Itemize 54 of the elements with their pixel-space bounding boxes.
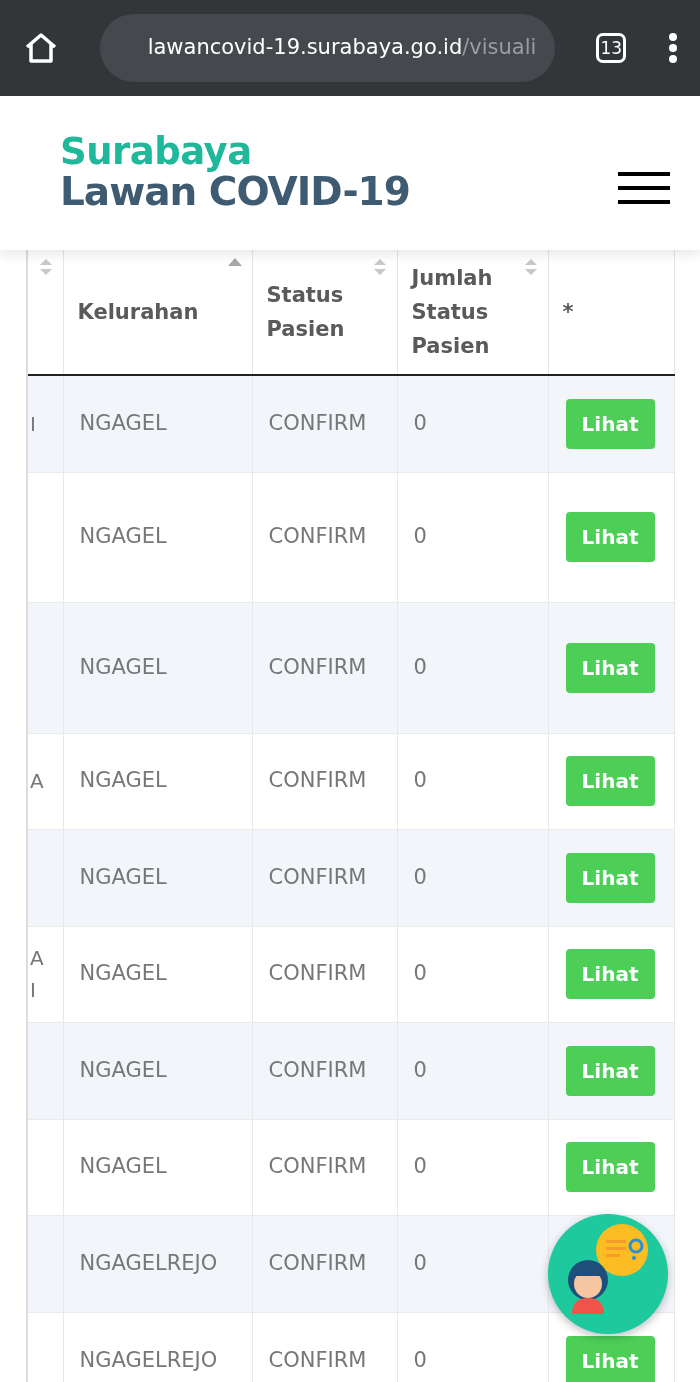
menu-icon[interactable] (618, 172, 670, 204)
table-cell-text: NGAGEL (79, 654, 167, 679)
table-cell-text: 0 (413, 961, 427, 986)
tab-count-button[interactable]: 13 (596, 33, 627, 63)
column-header[interactable]: Jumlah Status Pasien (411, 261, 536, 363)
table-cell-text: 0 (413, 1057, 427, 1082)
table-cell-text: CONFIRM (268, 1348, 367, 1372)
logo-text[interactable]: Lawan COVID-19 (60, 171, 410, 213)
table-cell-text: CONFIRM (268, 654, 367, 679)
more-menu-icon[interactable] (667, 33, 678, 63)
table-cell-text: NGAGEL (79, 1057, 167, 1082)
table-cell-text: 0 (413, 864, 427, 889)
view-button[interactable]: Lihat (565, 756, 655, 806)
column-header[interactable]: Status Pasien (266, 278, 385, 346)
table-cell-text: NGAGEL (79, 961, 167, 986)
logo-text[interactable]: Surabaya (60, 133, 410, 172)
table-cell-text: NGAGEL (79, 524, 167, 549)
view-button[interactable]: Lihat (565, 1045, 655, 1096)
table-cell-text: CONFIRM (268, 864, 367, 889)
table-cell-text: NGAGEL (79, 411, 167, 435)
table-cell-text: NGAGEL (79, 864, 167, 889)
table-cell-text: CONFIRM (268, 1154, 367, 1179)
table-cell-text: CONFIRM (268, 524, 367, 549)
table-cell-text: 0 (413, 1348, 427, 1372)
table-cell-text: 0 (413, 1154, 427, 1179)
table-cell-text: A I (30, 946, 44, 1002)
table-cell-text: NGAGEL (79, 1154, 167, 1179)
address-bar[interactable]: lawancovid-19.surabaya.go.id/visuali (99, 14, 555, 82)
table-cell-text: 0 (413, 524, 427, 549)
view-button[interactable]: Lihat (565, 512, 655, 562)
view-button[interactable]: Lihat (565, 642, 655, 693)
view-button[interactable]: Lihat (565, 1142, 655, 1192)
table-cell-text: CONFIRM (268, 961, 367, 986)
table-cell-text: NGAGELREJO (79, 1250, 218, 1275)
table-cell-text: I (30, 411, 36, 436)
table-cell-text: CONFIRM (268, 1250, 367, 1275)
column-header[interactable]: * (562, 295, 662, 329)
view-button[interactable]: Lihat (565, 949, 655, 999)
table-cell-text: 0 (413, 1250, 427, 1275)
view-button[interactable]: Lihat (565, 398, 655, 449)
url-text: lawancovid-19.surabaya.go.id/visuali (147, 34, 537, 62)
table-cell-text: 0 (413, 654, 427, 679)
table-cell-text: CONFIRM (268, 1057, 367, 1082)
view-button[interactable]: Lihat (565, 1335, 655, 1382)
table-cell-text: NGAGEL (79, 768, 167, 793)
home-icon[interactable] (24, 32, 58, 64)
table-cell-text: NGAGELREJO (79, 1348, 218, 1372)
column-header[interactable]: Kelurahan (77, 295, 240, 329)
table-cell-text: CONFIRM (268, 411, 367, 435)
table-cell-text: CONFIRM (268, 768, 367, 793)
table-cell-text: 0 (413, 768, 427, 793)
view-button[interactable]: Lihat (565, 852, 655, 903)
table-cell-text: 0 (413, 411, 427, 435)
table-cell-text: A (30, 769, 44, 793)
